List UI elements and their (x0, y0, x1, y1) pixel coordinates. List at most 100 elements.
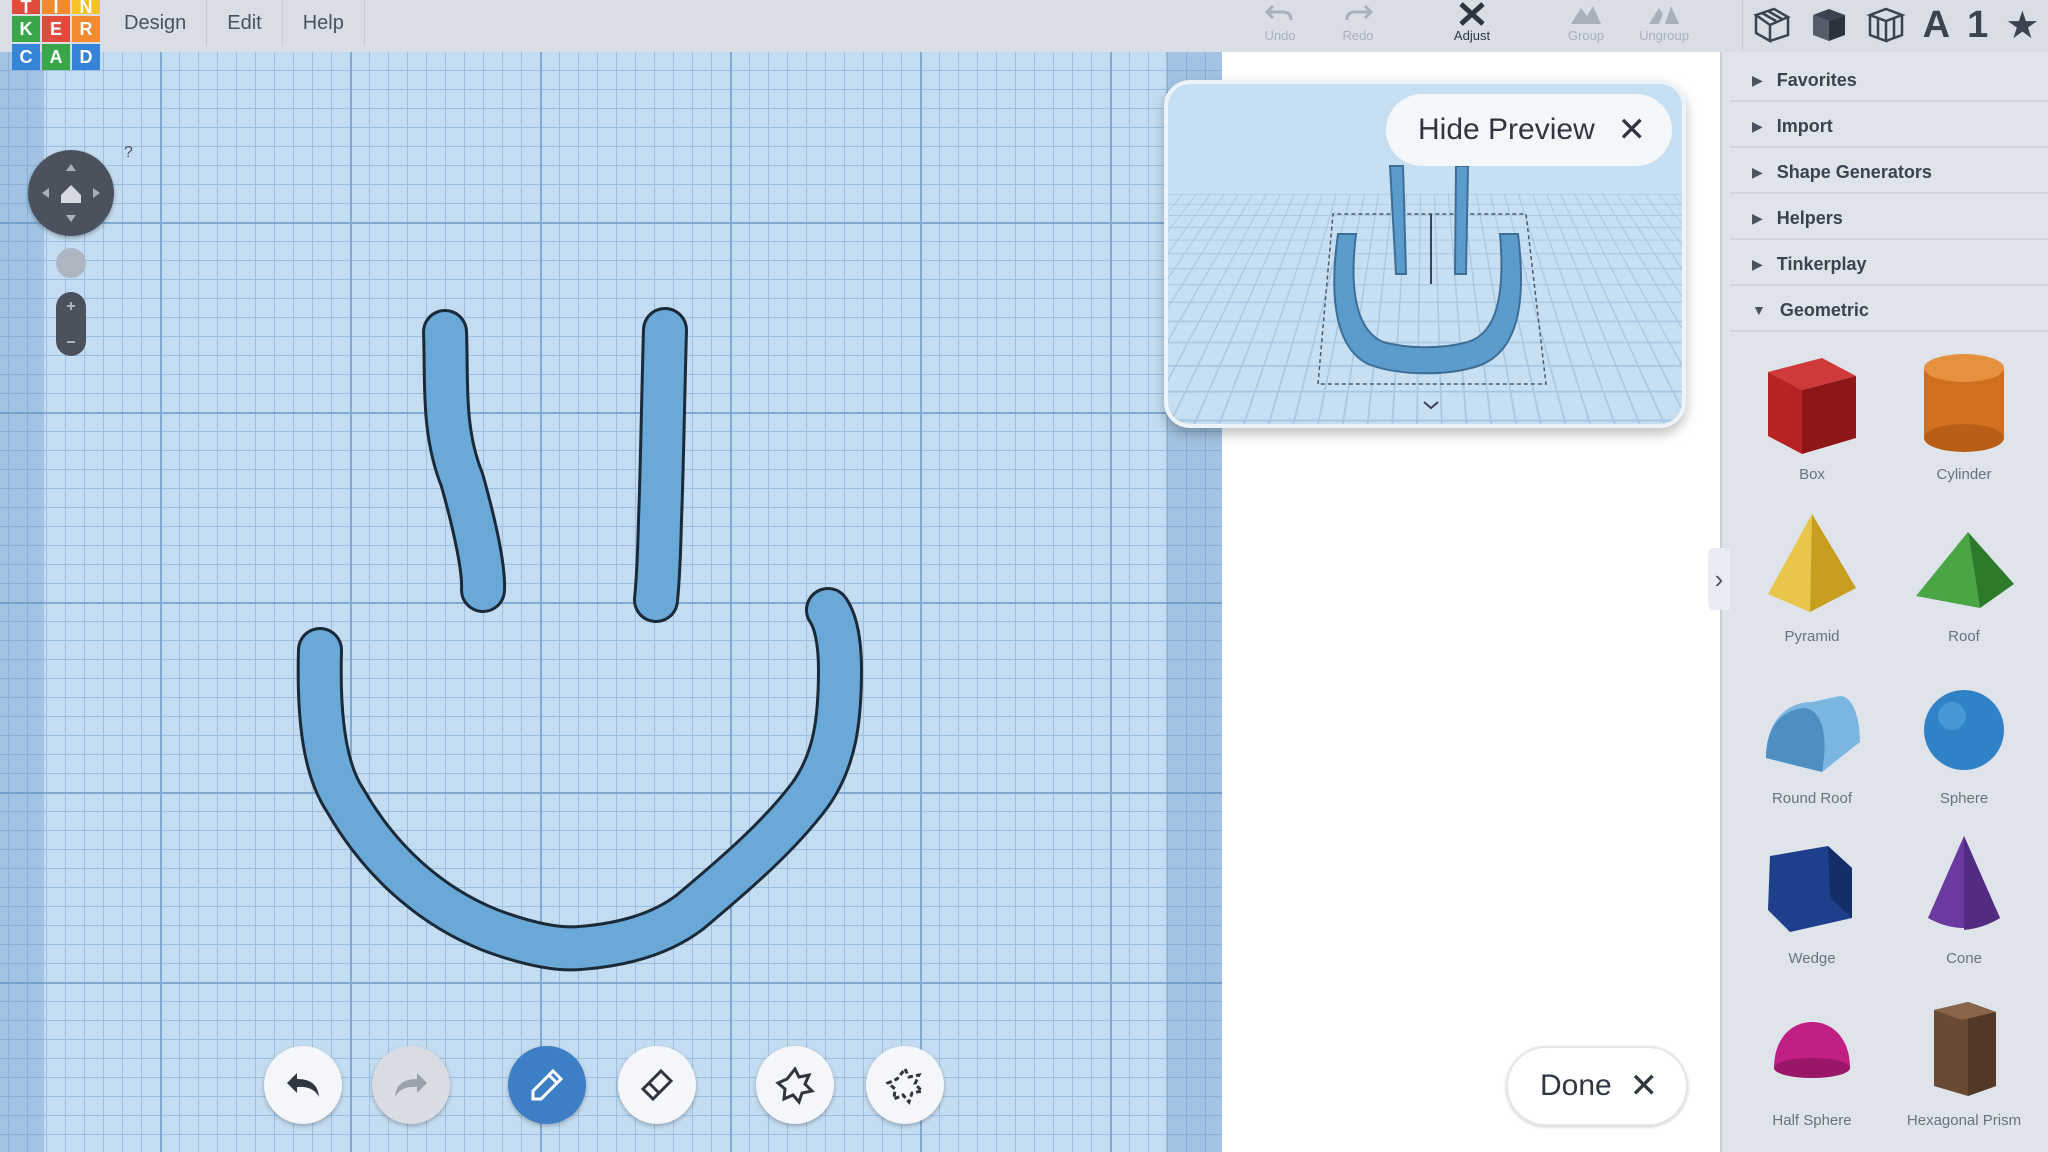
ungroup-icon (1649, 6, 1679, 24)
shape-pyramid[interactable]: Pyramid (1742, 504, 1882, 654)
shape-add-button[interactable] (756, 1046, 834, 1124)
undo-stroke-button[interactable] (264, 1046, 342, 1124)
category-label: Geometric (1779, 299, 1869, 320)
category-tinkerplay[interactable]: ▶ Tinkerplay (1730, 244, 2048, 286)
workplane-grid[interactable] (0, 52, 1222, 1152)
round-roof-icon (1766, 696, 1860, 772)
redo-button[interactable]: Redo (1320, 0, 1396, 48)
zoom-icon (67, 302, 75, 343)
shape-round-roof[interactable]: Round Roof (1742, 666, 1882, 816)
expand-arrow-icon: ▶ (1752, 163, 1763, 180)
category-label: Helpers (1776, 207, 1843, 228)
expand-arrow-icon: ▶ (1752, 255, 1763, 272)
tinkercad-logo[interactable]: T I N K E R C A D (12, 0, 100, 70)
shape-label: Cone (1946, 950, 1982, 967)
eraser-tool-button[interactable] (618, 1046, 696, 1124)
logo-letter: T (12, 0, 40, 17)
cylinder-icon (1924, 354, 2004, 452)
fit-view-button[interactable] (56, 248, 86, 278)
category-favorites[interactable]: ▶ Favorites (1730, 60, 2048, 102)
wireframe-view-icon[interactable] (1866, 5, 1906, 45)
shape-label: Hexagonal Prism (1906, 1112, 2022, 1129)
logo-letter: R (72, 16, 100, 42)
shape-label: Cylinder (1936, 466, 1992, 483)
category-helpers[interactable]: ▶ Helpers (1730, 198, 2048, 240)
menu-edit[interactable]: Edit (207, 0, 283, 46)
menu-design[interactable]: Design (104, 0, 208, 46)
splat-add-icon (775, 1066, 815, 1105)
logo-letter: I (42, 0, 70, 17)
shape-label: Round Roof (1771, 790, 1853, 807)
grid-view-icon[interactable] (1752, 5, 1792, 45)
number-icon[interactable]: 1 (1967, 4, 1988, 47)
redo-stroke-button[interactable] (372, 1046, 450, 1124)
hexagonal-prism-icon (1934, 1002, 1996, 1096)
pyramid-icon (1768, 514, 1856, 612)
category-label: Favorites (1776, 69, 1857, 90)
shape-subtract-button[interactable] (866, 1046, 944, 1124)
top-bar: T I N K E R C A D Design Edit Help Undo … (0, 0, 2048, 70)
group-button[interactable]: Group (1548, 0, 1624, 48)
splat-remove-icon (885, 1066, 925, 1105)
logo-letter: C (12, 44, 40, 70)
adjust-icon (1459, 2, 1485, 26)
main-menu: Design Edit Help (104, 0, 365, 52)
shape-label: Pyramid (1784, 628, 1840, 645)
view-cube-navigator[interactable] (28, 150, 114, 236)
ungroup-button[interactable]: Ungroup (1626, 0, 1702, 48)
shape-roof[interactable]: Roof (1894, 504, 2034, 654)
shape-half-sphere[interactable]: Half Sphere (1742, 988, 1882, 1138)
box-icon (1768, 358, 1856, 454)
star-icon[interactable]: ★ (2005, 3, 2039, 48)
redo-arrow-icon (395, 1073, 427, 1097)
undo-arrow-icon (287, 1073, 319, 1097)
shape-label: Roof (1948, 628, 1980, 645)
close-icon: ✕ (1629, 1067, 1659, 1105)
redo-label: Redo (1342, 28, 1374, 43)
undo-button[interactable]: Undo (1242, 0, 1318, 48)
shape-cylinder[interactable]: Cylinder (1894, 342, 2034, 492)
group-label: Group (1567, 28, 1605, 43)
home-view-icon (42, 164, 100, 222)
pencil-icon (531, 1068, 564, 1101)
shape-sphere[interactable]: Sphere (1894, 666, 2034, 816)
panel-collapse-toggle[interactable]: › (1708, 548, 1730, 610)
wedge-icon (1768, 846, 1852, 932)
box-view-icon[interactable] (1809, 5, 1849, 45)
shape-label: Box (1799, 466, 1825, 483)
collapse-arrow-icon: ▼ (1752, 302, 1766, 318)
logo-letter: N (72, 0, 100, 17)
adjust-button[interactable]: Adjust (1434, 0, 1510, 48)
shape-label: Sphere (1939, 790, 1989, 807)
hide-preview-label: Hide Preview (1418, 113, 1595, 146)
category-shape-generators[interactable]: ▶ Shape Generators (1730, 152, 2048, 194)
category-import[interactable]: ▶ Import (1730, 106, 2048, 148)
close-icon: ✕ (1617, 111, 1647, 149)
sphere-icon (1924, 690, 2004, 770)
group-icon (1571, 6, 1601, 24)
shape-label: Half Sphere (1772, 1112, 1852, 1129)
roof-icon (1916, 532, 2014, 608)
logo-letter: A (42, 44, 70, 70)
expand-arrow-icon: ▶ (1752, 117, 1763, 134)
expand-arrow-icon: ▶ (1752, 209, 1763, 226)
cone-icon (1928, 836, 2000, 930)
help-icon[interactable]: ? (124, 144, 133, 162)
shape-box[interactable]: Box (1742, 342, 1882, 492)
category-geometric[interactable]: ▼ Geometric (1730, 290, 2048, 332)
logo-letter: K (12, 16, 40, 42)
category-label: Import (1776, 115, 1833, 136)
undo-label: Undo (1264, 28, 1296, 43)
done-button[interactable]: Done ✕ (1506, 1046, 1688, 1126)
zoom-slider[interactable] (56, 292, 86, 356)
shape-hexagonal-prism[interactable]: Hexagonal Prism (1894, 988, 2034, 1138)
undo-icon (1264, 4, 1293, 21)
category-label: Tinkerplay (1776, 253, 1867, 274)
pencil-tool-button[interactable] (508, 1046, 586, 1124)
shape-cone[interactable]: Cone (1894, 826, 2034, 976)
menu-help[interactable]: Help (283, 0, 365, 46)
hide-preview-button[interactable]: Hide Preview ✕ (1386, 94, 1672, 166)
text-icon[interactable]: A (1923, 4, 1950, 47)
shape-wedge[interactable]: Wedge (1742, 826, 1882, 976)
eraser-icon (640, 1068, 674, 1102)
